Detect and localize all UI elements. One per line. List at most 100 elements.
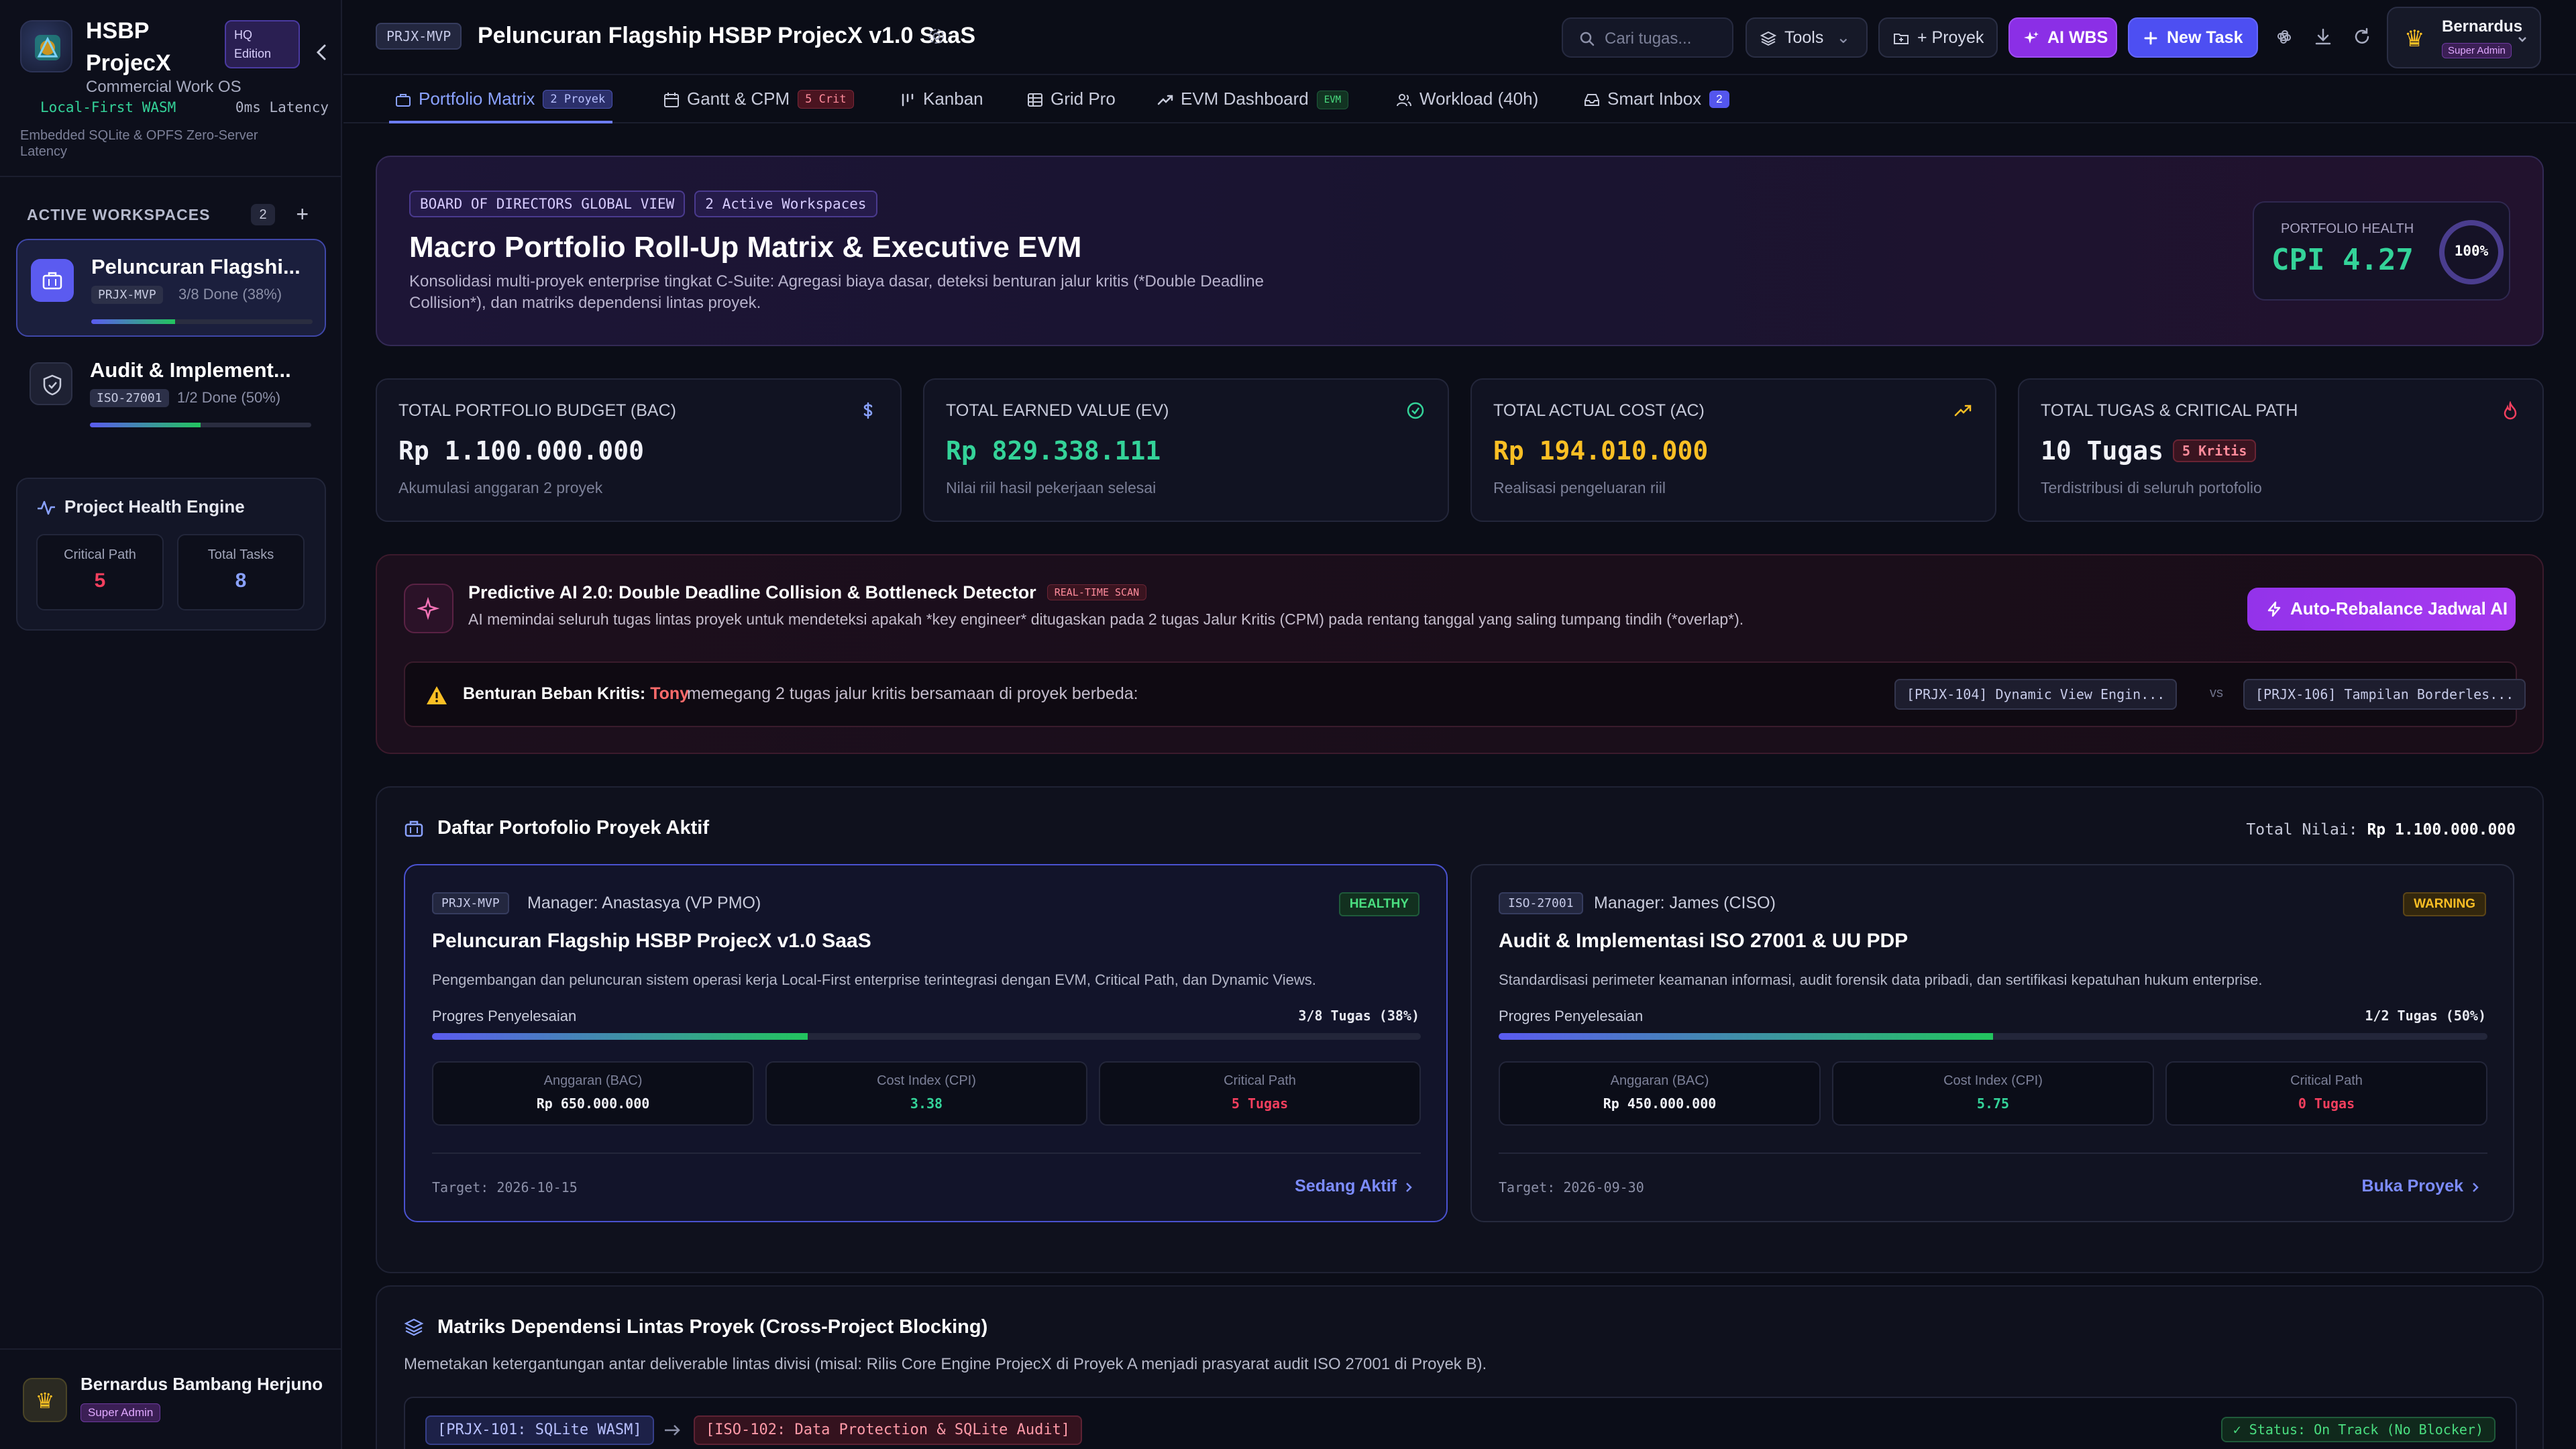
briefcase-icon xyxy=(396,94,411,107)
kpi-total-tasks: TOTAL TUGAS & CRITICAL PATH 10 Tugas 5 Kr… xyxy=(2018,378,2544,522)
dollar-icon xyxy=(863,402,873,419)
open-project-link[interactable]: Buka Proyek xyxy=(2362,1177,2482,1196)
tab-label: EVM Dashboard xyxy=(1181,89,1309,109)
workspaces-header: ACTIVE WORKSPACES 2 + xyxy=(27,203,322,227)
project-health-engine: Project Health Engine Critical Path 5 To… xyxy=(16,478,326,631)
tab-smart-inbox[interactable]: Smart Inbox 2 xyxy=(1578,75,1729,123)
kpi-label: TOTAL PORTFOLIO BUDGET (BAC) xyxy=(398,401,676,420)
workspace-progress-text: 3/8 Done (38%) xyxy=(178,286,282,303)
ai-title: Predictive AI 2.0: Double Deadline Colli… xyxy=(468,582,1147,603)
kpi-subtitle: Akumulasi anggaran 2 proyek xyxy=(398,479,603,496)
total-value: Total Nilai: Rp 1.100.000.000 xyxy=(2246,821,2516,839)
tab-kanban[interactable]: Kanban xyxy=(894,75,983,123)
dependency-status-badge: ✓ Status: On Track (No Blocker) xyxy=(2220,1417,2496,1442)
add-workspace-button[interactable]: + xyxy=(296,203,309,225)
auto-rebalance-button[interactable]: Auto-Rebalance Jadwal AI xyxy=(2247,588,2516,631)
trending-up-icon xyxy=(1157,95,1173,105)
sparkles-icon xyxy=(2024,32,2039,44)
new-task-button[interactable]: New Task xyxy=(2128,17,2258,58)
collapse-sidebar-button[interactable] xyxy=(309,39,335,66)
refresh-icon[interactable] xyxy=(2352,27,2372,47)
auto-rebalance-label: Auto-Rebalance Jadwal AI xyxy=(2290,598,2508,619)
portfolio-health-card: PORTFOLIO HEALTH CPI 4.27 100% xyxy=(2253,201,2510,301)
edition-badge: HQ Edition xyxy=(225,20,300,68)
kpi-value: 10 Tugas 5 Kritis xyxy=(2041,436,2257,466)
tab-badge: 5 Crit xyxy=(798,90,854,109)
gear-icon[interactable] xyxy=(927,27,946,46)
hero-tags: BOARD OF DIRECTORS GLOBAL VIEW 2 Active W… xyxy=(409,191,887,217)
stat-value: Rp 650.000.000 xyxy=(536,1095,650,1112)
project-manager: Manager: Anastasya (VP PMO) xyxy=(527,894,761,912)
tools-button[interactable]: Tools ⌄ xyxy=(1746,17,1868,58)
users-icon xyxy=(1397,94,1411,107)
stat-label: Critical Path xyxy=(2290,1073,2363,1088)
crown-icon: ♛ xyxy=(2404,26,2425,52)
hero-tag: BOARD OF DIRECTORS GLOBAL VIEW xyxy=(409,191,686,217)
stat-label: Cost Index (CPI) xyxy=(877,1073,976,1088)
vs-label: vs xyxy=(2210,686,2223,700)
workspace-item-iso[interactable]: Audit & Implement... ISO-27001 1/2 Done … xyxy=(16,343,326,441)
user-profile[interactable]: ♛ Bernardus Bambang Herjuno Super Admin xyxy=(0,1348,342,1449)
project-code: PRJX-MVP xyxy=(432,892,509,914)
workspace-code: PRJX-MVP xyxy=(91,286,163,304)
add-project-button[interactable]: + Proyek xyxy=(1878,17,1998,58)
progress-text: 1/2 Tugas (50%) xyxy=(2365,1008,2486,1024)
tab-grid-pro[interactable]: Grid Pro xyxy=(1021,75,1116,123)
ai-wbs-button[interactable]: AI WBS xyxy=(2008,17,2117,58)
briefcase-icon xyxy=(31,259,74,302)
conflict-task-chip[interactable]: [PRJX-106] Tampilan Borderles... xyxy=(2243,679,2526,710)
dependency-row[interactable]: [PRJX-101: SQLite WASM] [ISO-102: Data P… xyxy=(404,1397,2517,1449)
health-title: Project Health Engine xyxy=(64,496,245,517)
portfolio-hero: BOARD OF DIRECTORS GLOBAL VIEW 2 Active W… xyxy=(376,156,2544,346)
section-title: Daftar Portofolio Proyek Aktif xyxy=(437,817,709,839)
local-first-subtitle: Embedded SQLite & OPFS Zero-Server Laten… xyxy=(20,128,258,159)
dependency-source-chip[interactable]: [PRJX-101: SQLite WASM] xyxy=(425,1415,654,1445)
critical-path-stat: Critical Path 5 Tugas xyxy=(1099,1061,1421,1126)
tab-workload[interactable]: Workload (40h) xyxy=(1390,75,1538,123)
search-box[interactable]: Cari tugas... xyxy=(1562,17,1733,58)
stat-label: Critical Path xyxy=(64,547,136,562)
tab-gantt-cpm[interactable]: Gantt & CPM 5 Crit xyxy=(657,75,854,123)
page-title: Peluncuran Flagship HSBP ProjecX v1.0 Sa… xyxy=(478,23,975,48)
stat-value: Rp 450.000.000 xyxy=(1603,1095,1717,1112)
tab-label: Workload (40h) xyxy=(1419,89,1539,109)
tab-label: Kanban xyxy=(923,89,983,109)
project-card-iso[interactable]: ISO-27001 Manager: James (CISO) WARNING … xyxy=(1470,864,2514,1222)
check-circle-icon xyxy=(1407,402,1424,419)
stat-label: Anggaran (BAC) xyxy=(1610,1073,1709,1088)
stat-label: Critical Path xyxy=(1224,1073,1296,1088)
kpi-earned-value: TOTAL EARNED VALUE (EV) Rp 829.338.111 N… xyxy=(923,378,1449,522)
workspaces-count: 2 xyxy=(251,204,275,225)
status-badge: WARNING xyxy=(2403,892,2486,916)
dependency-target-chip[interactable]: [ISO-102: Data Protection & SQLite Audit… xyxy=(694,1415,1083,1445)
user-menu[interactable]: ♛ Bernardus Super Admin xyxy=(2387,7,2541,68)
tab-portfolio-matrix[interactable]: Portfolio Matrix 2 Proyek xyxy=(389,75,613,123)
project-link[interactable]: Sedang Aktif xyxy=(1295,1177,1415,1196)
section-title: Matriks Dependensi Lintas Proyek (Cross-… xyxy=(437,1316,988,1338)
kpi-label: TOTAL ACTUAL COST (AC) xyxy=(1493,401,1705,420)
total-label: Total Nilai: xyxy=(2246,821,2358,839)
portfolio-health-label: PORTFOLIO HEALTH xyxy=(2281,221,2414,236)
latency-readout: 0ms Latency xyxy=(235,99,329,115)
project-card-prjx[interactable]: PRJX-MVP Manager: Anastasya (VP PMO) HEA… xyxy=(404,864,1448,1222)
critical-path-stat: Critical Path 0 Tugas xyxy=(2165,1061,2487,1126)
realtime-scan-badge: REAL-TIME SCAN xyxy=(1046,584,1147,600)
stat-label: Anggaran (BAC) xyxy=(543,1073,643,1088)
chevron-down-icon: ⌄ xyxy=(1836,28,1851,47)
project-title: Audit & Implementasi ISO 27001 & UU PDP xyxy=(1499,930,1909,952)
app-name: HSBP ProjecX xyxy=(86,18,171,76)
workspace-item-prjx[interactable]: Peluncuran Flagshi... PRJX-MVP 3/8 Done … xyxy=(16,239,326,337)
section-description: Memetakan ketergantungan antar deliverab… xyxy=(404,1355,1487,1373)
progress-label: Progres Penyelesaian xyxy=(432,1008,577,1024)
command-icon[interactable] xyxy=(2274,27,2294,47)
search-input[interactable]: Cari tugas... xyxy=(1605,30,1691,48)
activity-icon xyxy=(38,500,55,515)
tab-evm-dashboard[interactable]: EVM Dashboard EVM xyxy=(1151,75,1349,123)
brand: HSBP ProjecX HQ Edition Commercial Work … xyxy=(20,15,329,96)
tab-badge: EVM xyxy=(1316,91,1349,109)
conflict-task-chip[interactable]: [PRJX-104] Dynamic View Engin... xyxy=(1894,679,2178,710)
profile-role-badge: Super Admin xyxy=(80,1403,161,1422)
app-logo-icon xyxy=(20,20,72,72)
download-icon[interactable] xyxy=(2313,27,2333,47)
view-tabs: Portfolio Matrix 2 Proyek Gantt & CPM 5 Cr… xyxy=(343,75,2576,123)
